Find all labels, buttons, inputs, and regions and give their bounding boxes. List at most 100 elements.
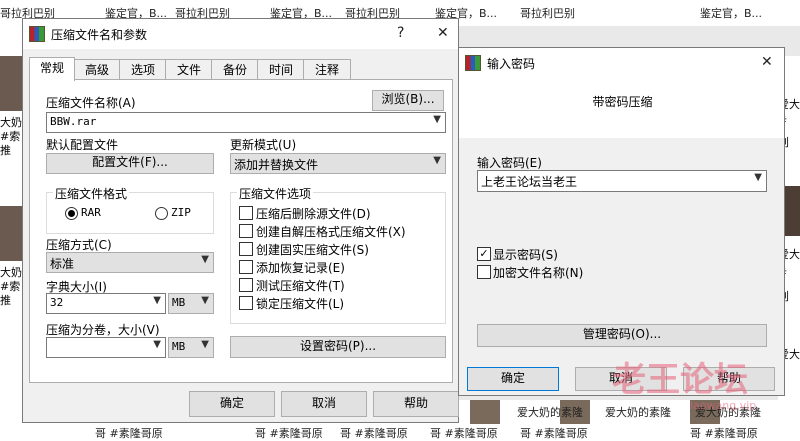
chevron-down-icon: ▼ bbox=[754, 172, 762, 183]
tab-backup[interactable]: 备份 bbox=[211, 59, 259, 80]
heading-band: 带密码压缩 bbox=[459, 80, 784, 138]
archive-options-group: 压缩文件选项 压缩后删除源文件(D) 创建自解压格式压缩文件(X) 创建固实压缩… bbox=[230, 185, 446, 324]
bg-snippet: 哥 #素隆哥原 bbox=[690, 427, 758, 440]
manage-passwords-button[interactable]: 管理密码(O)... bbox=[477, 324, 767, 347]
chevron-down-icon: ▼ bbox=[201, 339, 209, 350]
profiles-button[interactable]: 配置文件(F)... bbox=[46, 153, 214, 174]
cancel-button[interactable]: 取消 bbox=[281, 391, 367, 417]
tab-files[interactable]: 文件 bbox=[165, 59, 213, 80]
bg-snippet: 哥 #素隆哥原 bbox=[430, 427, 498, 440]
compression-method-label: 压缩方式(C) bbox=[46, 238, 112, 252]
close-icon[interactable]: ✕ bbox=[761, 54, 773, 70]
bg-snippet: 爱大奶的素隆 bbox=[605, 406, 671, 419]
help-question-icon[interactable]: ? bbox=[397, 25, 404, 41]
bg-snippet: 哥 #素隆哥原 bbox=[95, 427, 163, 440]
chevron-down-icon: ▼ bbox=[433, 114, 441, 125]
encrypt-names-checkbox[interactable] bbox=[477, 265, 491, 279]
chevron-down-icon: ▼ bbox=[201, 254, 209, 265]
encrypt-names-label: 加密文件名称(N) bbox=[493, 266, 584, 280]
rar-radio[interactable] bbox=[65, 207, 78, 220]
archive-name-dialog: 压缩文件名和参数 ? ✕ 常规 高级 选项 文件 备份 时间 注释 压缩文件名称… bbox=[22, 18, 459, 423]
bg-snippet: 鉴定官，B... bbox=[700, 7, 763, 20]
archive-name-value: BBW.rar bbox=[50, 115, 97, 128]
winrar-app-icon bbox=[465, 55, 481, 71]
archive-options-title: 压缩文件选项 bbox=[237, 185, 314, 202]
tab-time[interactable]: 时间 bbox=[257, 59, 305, 80]
tab-advanced[interactable]: 高级 bbox=[73, 59, 121, 80]
show-password-label: 显示密码(S) bbox=[493, 248, 558, 262]
delete-after-checkbox[interactable] bbox=[239, 206, 253, 220]
option-label: 创建固实压缩文件(S) bbox=[256, 243, 369, 257]
dictionary-unit-value: MB bbox=[172, 296, 186, 309]
archive-format-title: 压缩文件格式 bbox=[53, 185, 130, 202]
bg-snippet: 哥拉利巴别 bbox=[520, 7, 575, 20]
close-icon[interactable]: ✕ bbox=[437, 25, 449, 41]
zip-radio[interactable] bbox=[155, 207, 168, 220]
bg-snippet: 哥 #素隆哥原 bbox=[255, 427, 323, 440]
zip-radio-label: ZIP bbox=[171, 206, 191, 219]
dictionary-size-combobox[interactable]: 32 ▼ bbox=[46, 293, 166, 314]
compression-method-value: 标准 bbox=[50, 257, 75, 271]
title-bar: 压缩文件名和参数 ? ✕ bbox=[23, 19, 458, 49]
browse-button[interactable]: 浏览(B)... bbox=[372, 90, 444, 111]
general-tab-panel: 压缩文件名称(A) 浏览(B)... BBW.rar ▼ 默认配置文件 配置文件… bbox=[29, 79, 453, 383]
bg-thumbnail bbox=[0, 56, 22, 111]
ok-button[interactable]: 确定 bbox=[467, 367, 559, 391]
bg-snippet: 哥 #素隆哥原 bbox=[340, 427, 408, 440]
chevron-down-icon: ▼ bbox=[201, 295, 209, 306]
tab-comment[interactable]: 注释 bbox=[303, 59, 351, 80]
solid-checkbox[interactable] bbox=[239, 242, 253, 256]
bg-thumbnail bbox=[470, 400, 500, 424]
chevron-down-icon: ▼ bbox=[153, 339, 161, 350]
option-label: 锁定压缩文件(L) bbox=[256, 297, 345, 311]
profile-label: 默认配置文件 bbox=[46, 138, 119, 152]
chevron-down-icon: ▼ bbox=[433, 155, 441, 166]
show-password-checkbox[interactable]: ✓ bbox=[477, 247, 491, 261]
archive-name-label: 压缩文件名称(A) bbox=[46, 96, 136, 110]
winrar-app-icon bbox=[29, 26, 45, 42]
update-mode-value: 添加并替换文件 bbox=[234, 158, 319, 172]
background-page-left: 大奶 #索 推 大奶 #索 推 大奶 #索 bbox=[0, 26, 24, 441]
split-volume-combobox[interactable]: ▼ bbox=[46, 337, 166, 358]
rar-radio-label: RAR bbox=[81, 206, 101, 219]
bg-snippet: 哥 #素隆哥原 bbox=[520, 427, 588, 440]
chevron-down-icon: ▼ bbox=[153, 295, 161, 306]
password-heading: 带密码压缩 bbox=[592, 95, 653, 109]
dialog-title: 输入密码 bbox=[487, 57, 536, 71]
dictionary-unit-select[interactable]: MB ▼ bbox=[168, 293, 214, 314]
recovery-record-checkbox[interactable] bbox=[239, 260, 253, 274]
split-volume-label: 压缩为分卷，大小(V) bbox=[46, 323, 160, 337]
option-label: 测试压缩文件(T) bbox=[256, 279, 345, 293]
update-mode-label: 更新模式(U) bbox=[230, 138, 297, 152]
enter-password-dialog: 输入密码 ✕ 带密码压缩 输入密码(E) 上老王论坛当老王 ▼ ✓ 显示密码(S… bbox=[458, 47, 785, 396]
option-label: 添加恢复记录(E) bbox=[256, 261, 345, 275]
sfx-checkbox[interactable] bbox=[239, 224, 253, 238]
split-unit-select[interactable]: MB ▼ bbox=[168, 337, 214, 358]
title-bar: 输入密码 ✕ bbox=[459, 48, 784, 80]
set-password-button[interactable]: 设置密码(P)... bbox=[230, 336, 446, 358]
bg-snippet: 推 bbox=[0, 144, 11, 157]
tab-general[interactable]: 常规 bbox=[29, 57, 75, 81]
bg-snippet: 推 bbox=[0, 294, 11, 307]
update-mode-select[interactable]: 添加并替换文件 ▼ bbox=[230, 153, 446, 174]
dictionary-size-value: 32 bbox=[50, 296, 64, 309]
option-label: 压缩后删除源文件(D) bbox=[256, 207, 371, 221]
password-input[interactable]: 上老王论坛当老王 ▼ bbox=[477, 170, 767, 192]
test-archive-checkbox[interactable] bbox=[239, 278, 253, 292]
bg-thumbnail bbox=[0, 206, 22, 261]
archive-format-group: 压缩文件格式 RAR ZIP bbox=[46, 185, 214, 234]
dialog-title: 压缩文件名和参数 bbox=[51, 28, 148, 42]
tab-options[interactable]: 选项 bbox=[119, 59, 167, 80]
option-label: 创建自解压格式压缩文件(X) bbox=[256, 225, 406, 239]
password-label: 输入密码(E) bbox=[477, 156, 542, 170]
lock-archive-checkbox[interactable] bbox=[239, 296, 253, 310]
compression-method-select[interactable]: 标准 ▼ bbox=[46, 252, 214, 273]
archive-name-combobox[interactable]: BBW.rar ▼ bbox=[46, 112, 446, 133]
bg-snippet: 爱大奶的素隆 bbox=[517, 406, 583, 419]
watermark-logo: 老王论坛 bbox=[612, 360, 748, 400]
ok-button[interactable]: 确定 bbox=[189, 391, 275, 417]
watermark-url: laowang.vip bbox=[690, 399, 757, 412]
help-button[interactable]: 帮助 bbox=[373, 391, 459, 417]
password-value: 上老王论坛当老王 bbox=[481, 175, 578, 189]
split-unit-value: MB bbox=[172, 340, 186, 353]
